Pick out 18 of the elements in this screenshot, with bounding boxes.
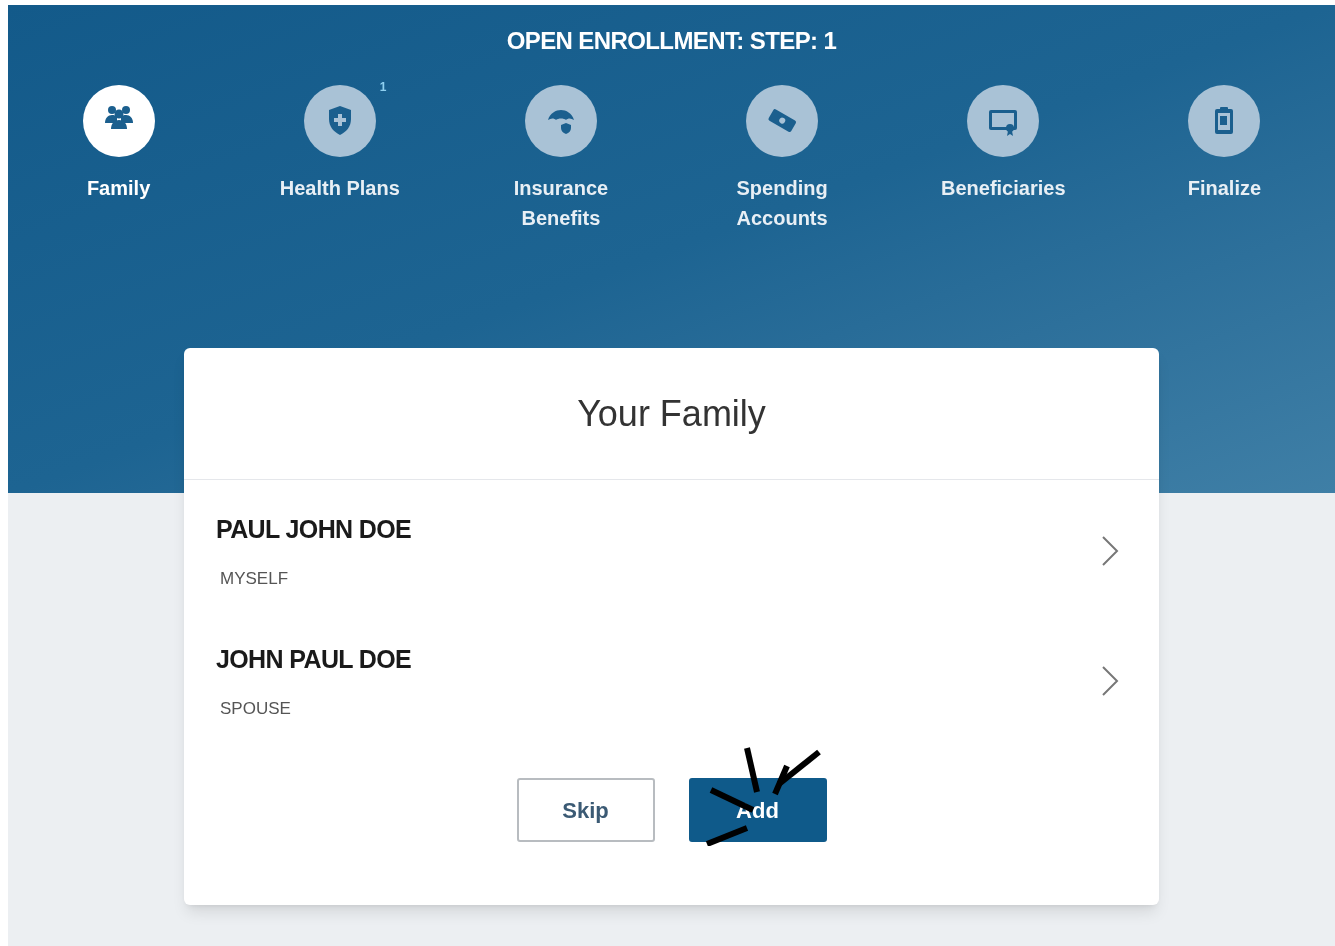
action-button[interactable]: Skip [516,778,655,842]
count-label: 1 [379,81,387,93]
member-relation: MYSELF [219,568,290,590]
chevron-right-icon [1101,665,1119,697]
member-name: PAUL JOHN DOE [216,513,412,545]
chevron-right-icon [1101,535,1119,567]
step-label: Insurance Benefits [512,176,610,231]
page-title: OPEN ENROLLMENT: STEP: 1 [506,26,837,56]
card-title: Your Family [577,391,766,436]
step-label: Finalize [1186,176,1263,201]
member-name: JOHN PAUL DOE [216,643,412,675]
member-relation: SPOUSE [219,698,292,720]
family-member-row[interactable]: PAUL JOHN DOE MYSELF [184,480,1159,612]
step-label: Family [85,176,152,201]
step-label: Health Plans [278,176,401,201]
family-member-row[interactable]: JOHN PAUL DOE SPOUSE [184,612,1159,740]
step-label: Spending Accounts [735,176,829,231]
step-label: Beneficiaries [940,176,1067,201]
